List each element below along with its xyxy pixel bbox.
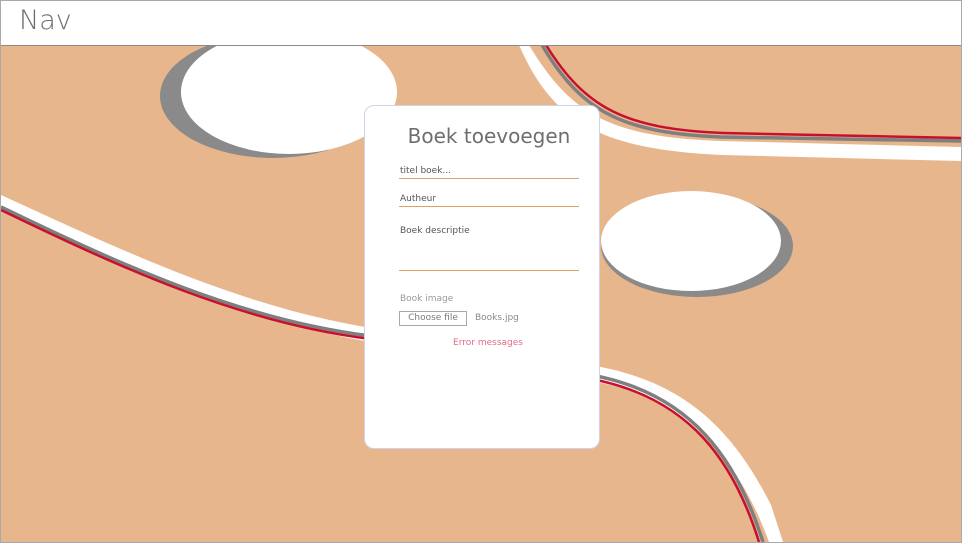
blob-right: [601, 191, 781, 291]
error-message: Error messages: [453, 338, 523, 348]
selected-file-name: Books.jpg: [475, 313, 519, 323]
form-title: Boek toevoegen: [407, 124, 571, 148]
nav-title[interactable]: Nav: [19, 5, 72, 36]
navbar: Nav: [1, 1, 961, 46]
add-book-card: Boek toevoegen Book image Choose file Bo…: [364, 105, 600, 449]
book-title-input[interactable]: [399, 165, 579, 179]
choose-file-button[interactable]: Choose file: [399, 311, 467, 326]
page: Nav Boek toevoegen Book image Choose fil…: [0, 0, 962, 543]
author-input[interactable]: [399, 193, 579, 207]
description-textarea[interactable]: [399, 224, 579, 271]
book-image-label: Book image: [400, 294, 454, 304]
